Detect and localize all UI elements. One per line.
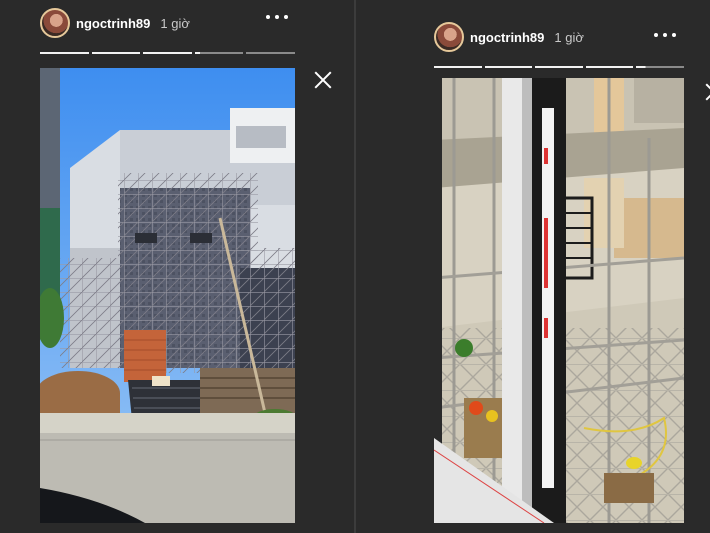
story-photo[interactable] — [434, 78, 684, 523]
progress-segment — [636, 66, 684, 68]
story-viewer-left: ngoctrinh89 1 giờ — [0, 0, 354, 533]
story-photo[interactable] — [40, 68, 295, 523]
progress-segment — [585, 66, 634, 68]
progress-segment — [91, 52, 141, 54]
building-under-construction-photo — [40, 68, 295, 523]
story-viewer-right: ngoctrinh89 1 giờ — [356, 0, 710, 533]
story-header: ngoctrinh89 1 giờ — [40, 6, 190, 40]
timestamp: 1 giờ — [160, 15, 190, 31]
progress-segment — [434, 66, 482, 68]
progress-segment — [484, 66, 533, 68]
avatar[interactable] — [434, 22, 464, 52]
username[interactable]: ngoctrinh89 — [470, 30, 544, 45]
more-options-icon[interactable] — [654, 30, 676, 40]
progress-segment — [40, 52, 89, 54]
progress-segment — [194, 52, 244, 54]
more-options-icon[interactable] — [266, 12, 288, 22]
progress-segment — [246, 52, 295, 54]
avatar[interactable] — [40, 8, 70, 38]
timestamp: 1 giờ — [554, 29, 584, 45]
username[interactable]: ngoctrinh89 — [76, 16, 150, 31]
progress-segment — [143, 52, 192, 54]
story-header: ngoctrinh89 1 giờ — [434, 20, 584, 54]
story-progress-bar — [434, 66, 684, 68]
scaffolding-through-window-photo — [434, 78, 684, 523]
story-progress-bar — [40, 52, 295, 54]
close-icon[interactable] — [313, 70, 333, 90]
close-icon[interactable] — [704, 82, 710, 102]
progress-segment — [535, 66, 583, 68]
